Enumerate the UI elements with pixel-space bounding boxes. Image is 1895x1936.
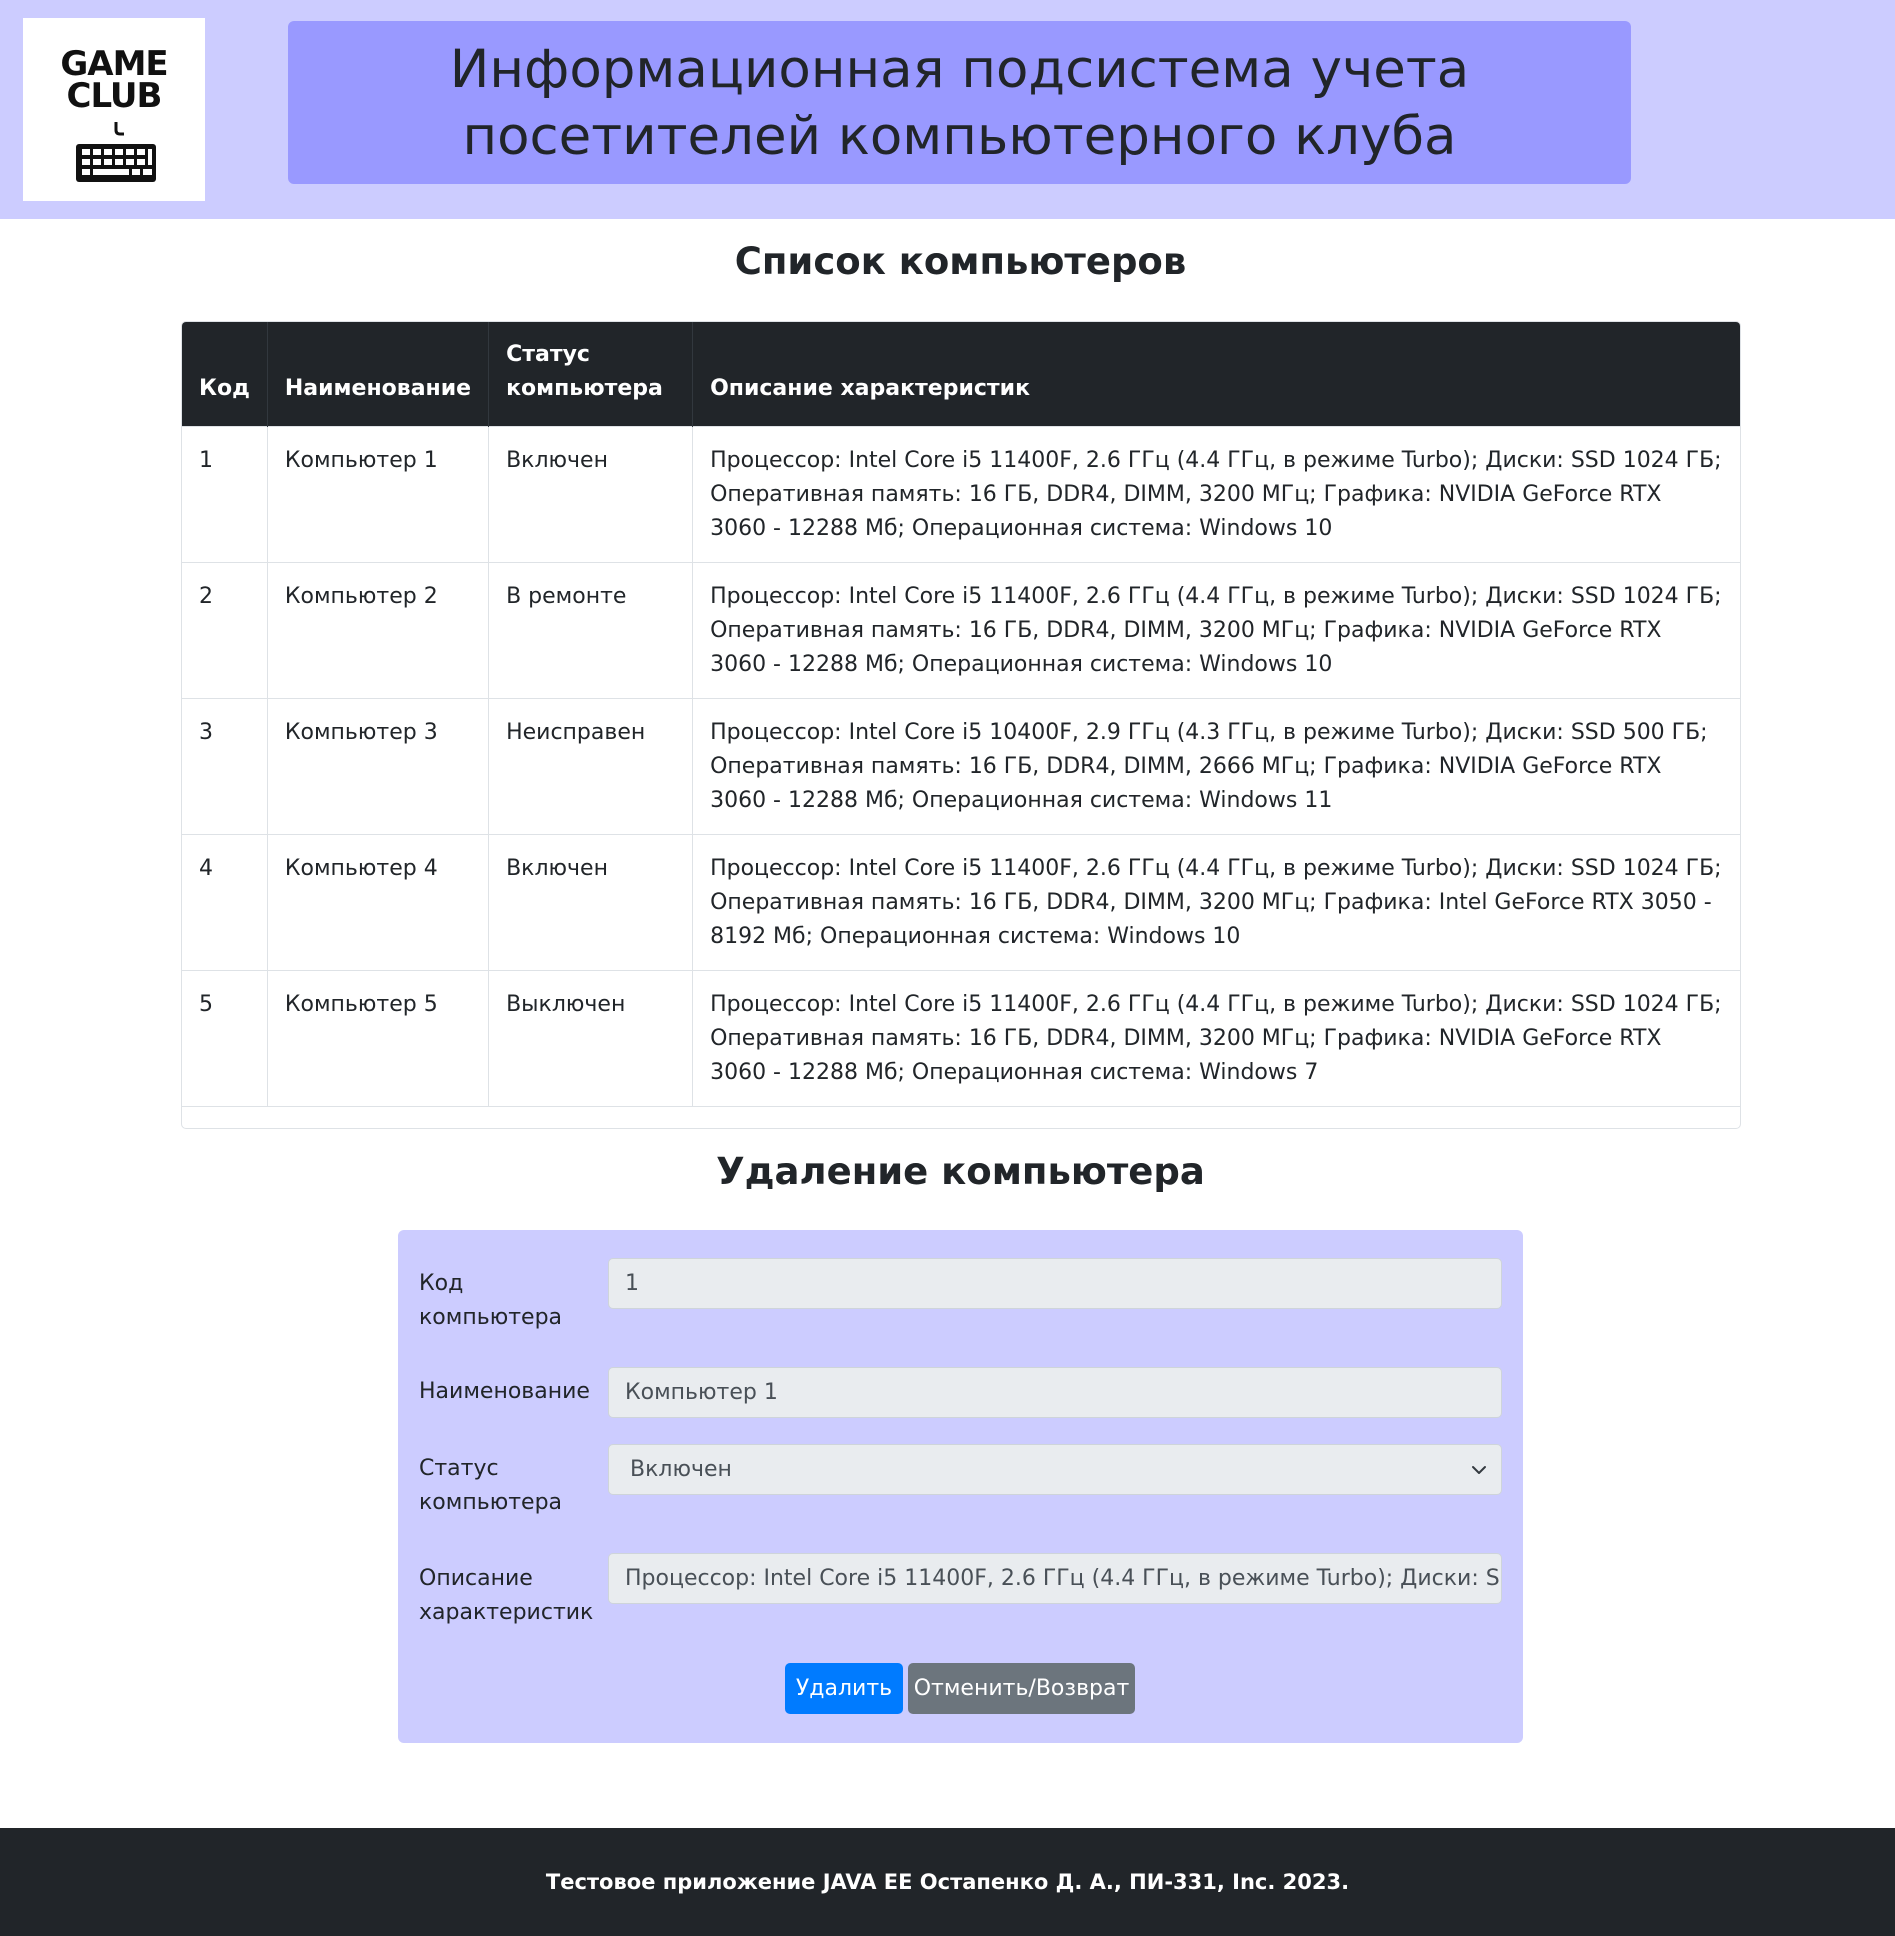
status-select[interactable]: Включен [608, 1444, 1502, 1495]
cell-code: 1 [182, 425, 268, 563]
column-header-name: Наименование [267, 322, 490, 426]
cell-description: Процессор: Intel Core i5 11400F, 2.6 ГГц… [692, 425, 1740, 563]
column-header-status: Статус компьютера [488, 322, 694, 426]
delete-button[interactable]: Удалить [785, 1663, 903, 1714]
column-header-code: Код [182, 322, 268, 426]
description-label: Описание характеристик [419, 1566, 594, 1625]
keyboard-icon [76, 122, 156, 182]
delete-section-title: Удаление компьютера [716, 1150, 1205, 1193]
chevron-down-icon [1472, 1466, 1486, 1474]
cell-description: Процессор: Intel Core i5 11400F, 2.6 ГГц… [692, 969, 1740, 1107]
cell-code: 2 [182, 561, 268, 699]
table-row[interactable]: 2 Компьютер 2 В ремонте Процессор: Intel… [182, 561, 1740, 699]
cell-status: Неисправен [488, 697, 694, 835]
cell-status: Включен [488, 425, 694, 563]
footer: Тестовое приложение JAVA EE Остапенко Д.… [0, 1828, 1895, 1936]
computers-section-title: Список компьютеров [734, 240, 1187, 283]
status-label: Статус компьютера [419, 1456, 563, 1515]
page-title: Информационная подсистема учета посетите… [449, 38, 1470, 167]
cell-code: 5 [182, 969, 268, 1107]
table-row[interactable]: 3 Компьютер 3 Неисправен Процессор: Inte… [182, 697, 1740, 835]
description-field[interactable]: Процессор: Intel Core i5 11400F, 2.6 ГГц… [608, 1553, 1502, 1604]
cell-description: Процессор: Intel Core i5 11400F, 2.6 ГГц… [692, 833, 1740, 971]
logo-text: GAME CLUB [51, 47, 177, 116]
column-header-description: Описание характеристик [692, 322, 1740, 426]
cell-code: 4 [182, 833, 268, 971]
computers-table: Код Наименование Статус компьютера Описа… [181, 321, 1741, 1129]
cancel-button[interactable]: Отменить/Возврат [908, 1663, 1135, 1714]
logo[interactable]: GAME CLUB [23, 18, 205, 201]
table-header-row: Код Наименование Статус компьютера Описа… [182, 322, 1740, 426]
code-label: Код компьютера [419, 1271, 563, 1330]
name-label: Наименование [419, 1379, 590, 1404]
cell-code: 3 [182, 697, 268, 835]
table-row[interactable]: 1 Компьютер 1 Включен Процессор: Intel C… [182, 425, 1740, 563]
cell-description: Процессор: Intel Core i5 11400F, 2.6 ГГц… [692, 561, 1740, 699]
cell-name: Компьютер 5 [267, 969, 490, 1107]
logo-line-2: CLUB [66, 76, 163, 116]
delete-form: Код компьютера 1 Наименование Компьютер … [398, 1230, 1523, 1743]
title-banner: Информационная подсистема учета посетите… [288, 21, 1631, 184]
cell-name: Компьютер 4 [267, 833, 490, 971]
status-select-value: Включен [630, 1457, 732, 1482]
name-field[interactable]: Компьютер 1 [608, 1367, 1502, 1418]
cell-status: В ремонте [488, 561, 694, 699]
table-row[interactable]: 4 Компьютер 4 Включен Процессор: Intel C… [182, 833, 1740, 971]
cell-description: Процессор: Intel Core i5 10400F, 2.9 ГГц… [692, 697, 1740, 835]
cell-status: Включен [488, 833, 694, 971]
footer-text: Тестовое приложение JAVA EE Остапенко Д.… [545, 1870, 1350, 1894]
code-field[interactable]: 1 [608, 1258, 1502, 1309]
cell-status: Выключен [488, 969, 694, 1107]
cell-name: Компьютер 1 [267, 425, 490, 563]
cell-name: Компьютер 3 [267, 697, 490, 835]
header: GAME CLUB Информационная подсистема учет… [0, 0, 1895, 219]
cell-name: Компьютер 2 [267, 561, 490, 699]
table-row[interactable]: 5 Компьютер 5 Выключен Процессор: Intel … [182, 969, 1740, 1107]
